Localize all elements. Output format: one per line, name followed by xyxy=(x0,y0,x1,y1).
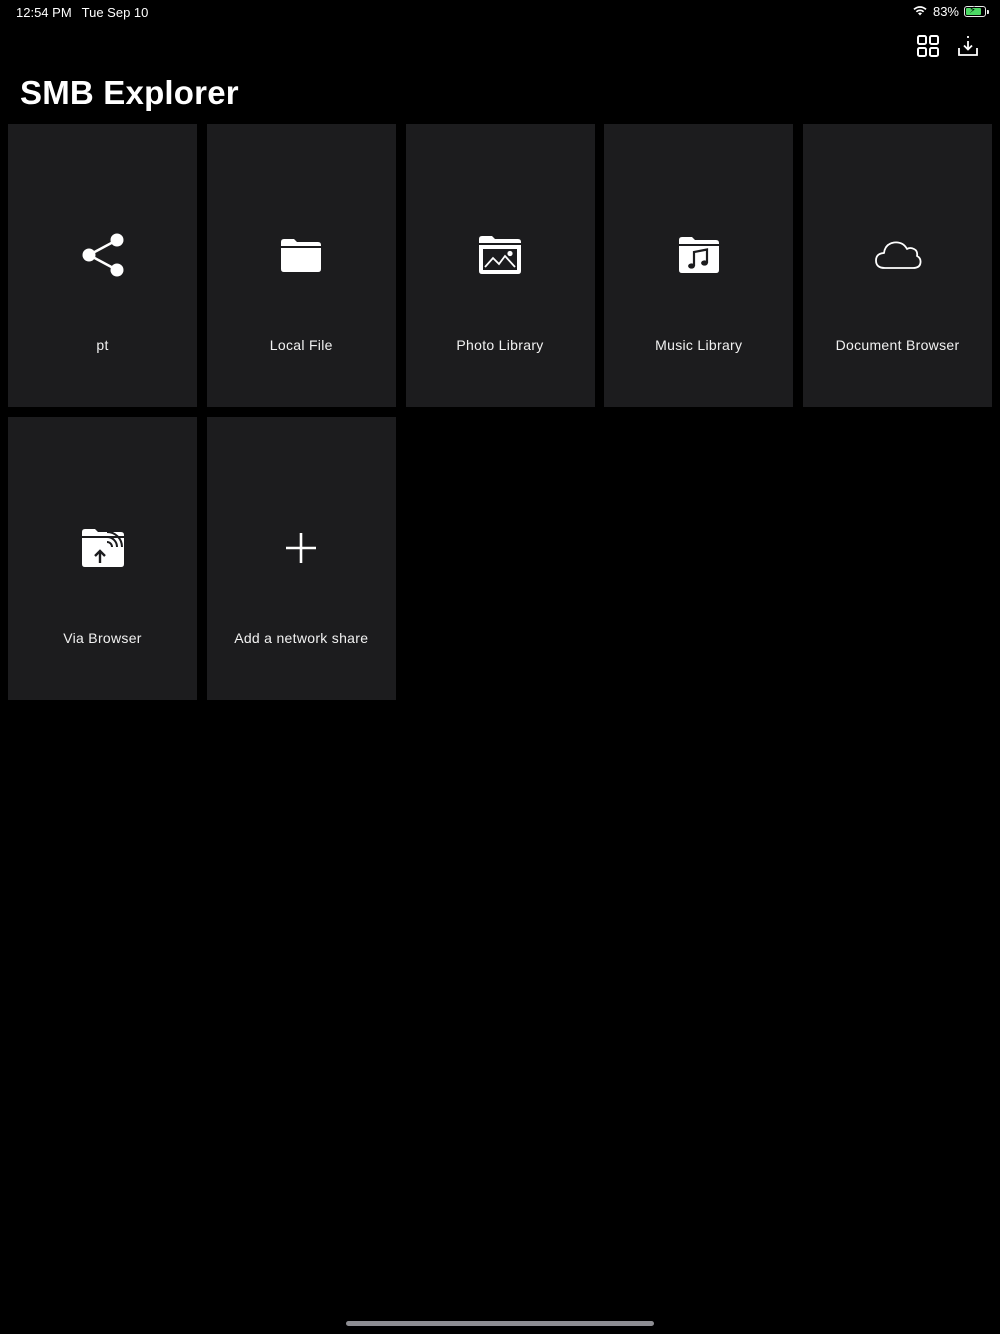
tile-via-browser[interactable]: Via Browser xyxy=(8,417,197,700)
wireless-upload-folder-icon xyxy=(80,527,126,569)
folder-icon xyxy=(279,236,323,274)
status-right: 83% ⚡ xyxy=(912,4,989,19)
cloud-icon xyxy=(873,238,923,272)
download-button[interactable] xyxy=(956,34,980,62)
share-network-icon xyxy=(79,231,127,279)
battery-percent: 83% xyxy=(932,4,959,19)
toolbar xyxy=(916,34,980,62)
tile-pt[interactable]: pt xyxy=(8,124,197,407)
tile-label: Photo Library xyxy=(456,337,544,353)
plus-icon xyxy=(284,531,318,565)
tile-local-file[interactable]: Local File xyxy=(206,124,396,407)
status-bar: 12:54 PM Tue Sep 10 83% ⚡ xyxy=(0,0,1000,24)
music-folder-icon xyxy=(677,235,721,275)
tile-label: Via Browser xyxy=(63,630,142,646)
download-icon xyxy=(957,34,979,63)
tile-label: Add a network share xyxy=(234,630,369,646)
battery-cap xyxy=(987,10,989,14)
grid-view-icon xyxy=(917,34,939,62)
tile-music-library[interactable]: Music Library xyxy=(604,124,794,407)
status-date: Tue Sep 10 xyxy=(81,5,149,20)
tile-label: Music Library xyxy=(655,337,743,353)
page-title: SMB Explorer xyxy=(20,74,239,111)
tile-label: Document Browser xyxy=(835,337,960,353)
charging-bolt-icon: ⚡ xyxy=(969,5,977,16)
tile-label: pt xyxy=(96,337,109,353)
status-time: 12:54 PM xyxy=(16,5,72,20)
status-left: 12:54 PM Tue Sep 10 xyxy=(16,5,148,20)
screen: 12:54 PM Tue Sep 10 83% ⚡ SMB Explorer p… xyxy=(0,0,1000,1334)
tile-photo-library[interactable]: Photo Library xyxy=(405,124,595,407)
grid-view-button[interactable] xyxy=(916,34,940,62)
battery-icon: ⚡ xyxy=(964,5,989,17)
home-indicator[interactable] xyxy=(346,1321,654,1326)
tile-label: Local File xyxy=(269,337,333,353)
wifi-icon xyxy=(912,4,928,19)
photo-folder-icon xyxy=(477,234,523,276)
tile-add-network-share[interactable]: Add a network share xyxy=(206,417,396,700)
tiles-grid: pt Local File Photo Library Music Librar… xyxy=(8,124,992,700)
tile-document-browser[interactable]: Document Browser xyxy=(803,124,992,407)
